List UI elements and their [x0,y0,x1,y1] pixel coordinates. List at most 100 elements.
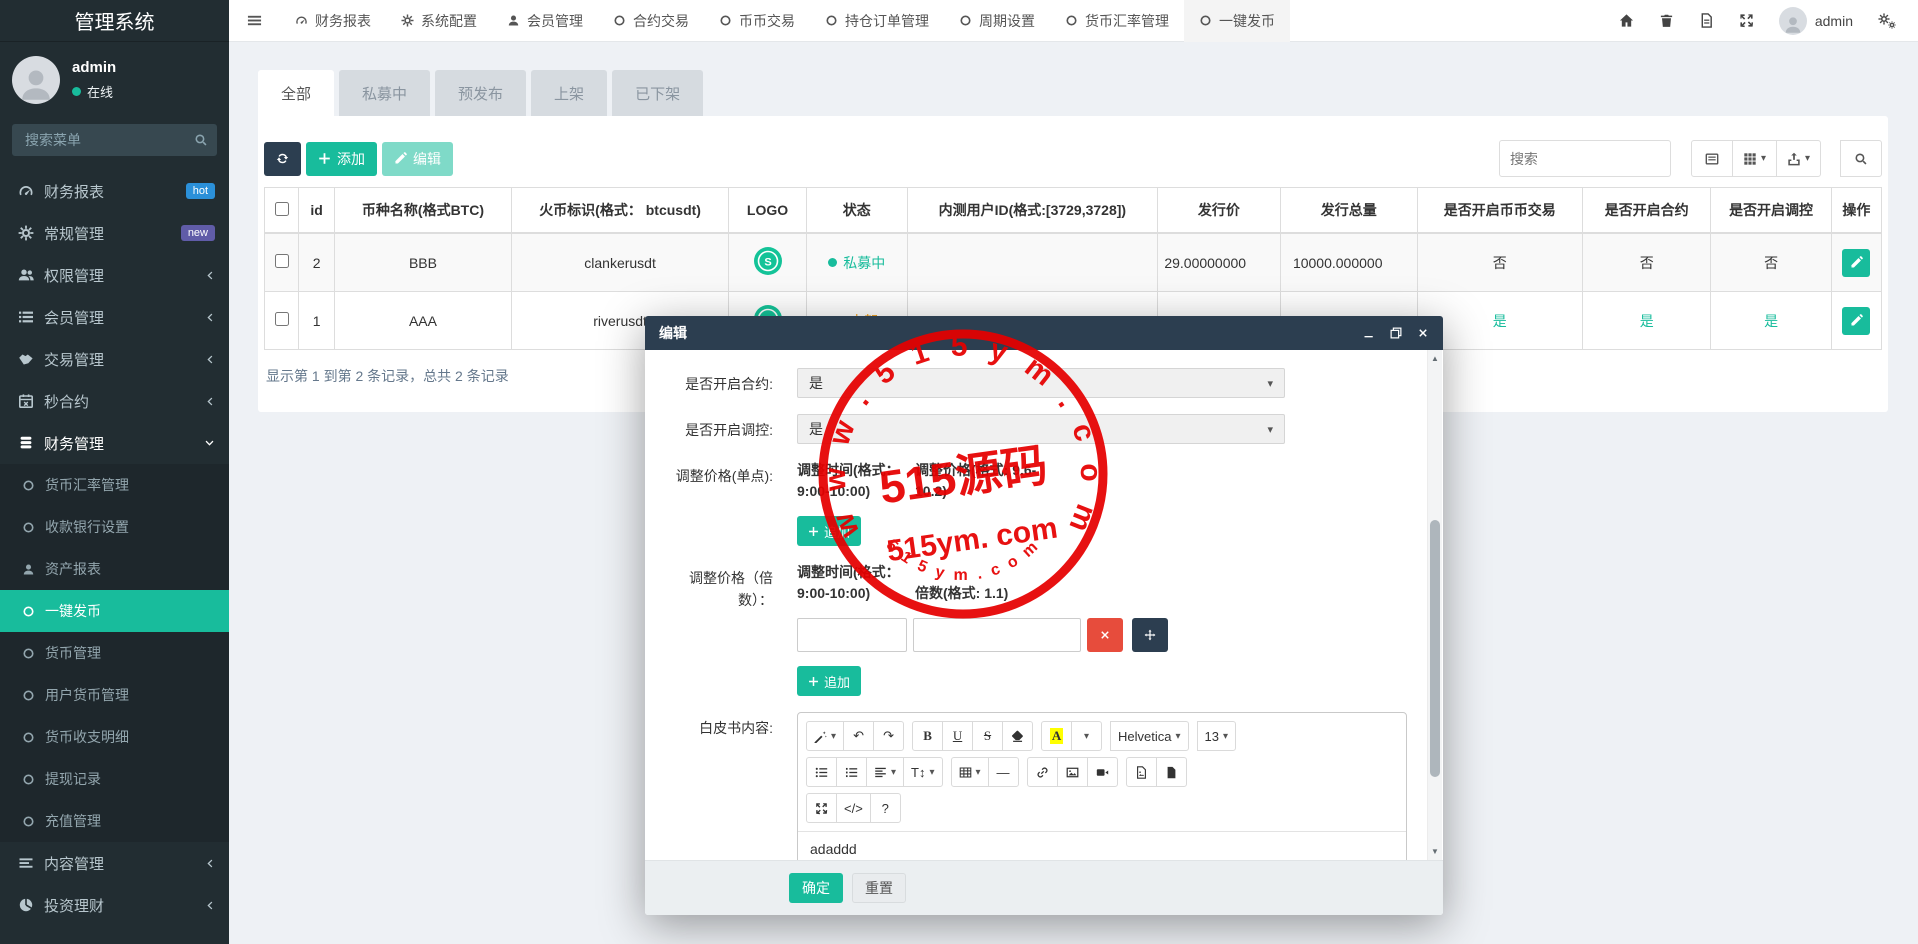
row-edit-button[interactable] [1842,307,1870,335]
strikethrough-button[interactable]: S [972,721,1003,751]
confirm-button[interactable]: 确定 [789,873,843,903]
sidebar-item-currency-mgmt[interactable]: 货币管理 [0,632,229,674]
sidebar-item-recharge-mgmt[interactable]: 充值管理 [0,800,229,842]
nav-tab-contract-trade[interactable]: 合约交易 [598,0,704,42]
help-button[interactable]: ? [870,793,901,823]
filter-tab-delisted[interactable]: 已下架 [612,70,703,116]
undo-button[interactable]: ↶ [843,721,874,751]
settings-cogs-icon[interactable] [1878,13,1896,29]
nav-tab-period-settings[interactable]: 周期设置 [944,0,1050,42]
sidebar-item-user-currency[interactable]: 用户货币管理 [0,674,229,716]
sidebar-item-permission[interactable]: 权限管理 [0,254,229,296]
minimize-button[interactable] [1363,327,1375,339]
move-row-button[interactable] [1132,618,1168,652]
filter-tab-prerelease[interactable]: 预发布 [435,70,526,116]
search-button[interactable] [1840,140,1882,177]
sidebar-item-members[interactable]: 会员管理 [0,296,229,338]
export-button[interactable]: ▾ [1776,140,1821,177]
paragraph-align-button[interactable]: ▾ [866,757,904,787]
append-button[interactable]: 追加 [797,666,861,696]
sidebar-item-label: 财务报表 [44,181,186,202]
font-size-select[interactable]: 13▾ [1197,721,1237,751]
row-checkbox[interactable] [275,312,289,326]
nav-tab-finance-report[interactable]: 财务报表 [280,0,386,42]
detail-view-button[interactable] [1691,140,1733,177]
nav-tab-position-orders[interactable]: 持仓订单管理 [810,0,944,42]
row-checkbox[interactable] [275,254,289,268]
style-button[interactable]: ▾ [806,721,844,751]
nav-tab-exchange-rate[interactable]: 货币汇率管理 [1050,0,1184,42]
edit-button[interactable]: 编辑 [382,142,453,176]
sidebar-item-bank-settings[interactable]: 收款银行设置 [0,506,229,548]
modal-header[interactable]: 编辑 [645,316,1443,350]
refresh-button[interactable] [264,142,301,176]
sidebar-item-trade[interactable]: 交易管理 [0,338,229,380]
nav-user-menu[interactable]: admin [1779,7,1853,35]
filter-tab-listed[interactable]: 上架 [531,70,607,116]
ordered-list-button[interactable] [836,757,867,787]
sidebar-item-finance-mgmt[interactable]: 财务管理 [0,422,229,464]
row-edit-button[interactable] [1842,249,1870,277]
control-select[interactable]: 是▾ [797,414,1285,444]
delete-row-button[interactable] [1087,618,1123,652]
modal-scrollbar[interactable]: ▲ ▼ [1427,350,1442,860]
code-view-button[interactable]: </> [836,793,871,823]
trash-icon[interactable] [1659,13,1674,28]
font-family-select[interactable]: Helvetica▾ [1110,721,1189,751]
insert-image-button[interactable] [1057,757,1088,787]
scroll-up-icon[interactable]: ▲ [1428,354,1442,363]
home-icon[interactable] [1619,13,1634,28]
filter-tab-all[interactable]: 全部 [258,70,334,116]
multi-time-input[interactable] [797,618,907,652]
insert-link-button[interactable] [1027,757,1058,787]
unordered-list-button[interactable] [806,757,837,787]
sidebar-item-investment[interactable]: 投资理财 [0,884,229,926]
close-button[interactable] [1417,327,1429,339]
sidebar-item-label: 一键发币 [45,601,215,621]
add-button[interactable]: 添加 [306,142,377,176]
insert-table-button[interactable]: ▾ [951,757,989,787]
sidebar-item-asset-report[interactable]: 资产报表 [0,548,229,590]
sidebar-item-general[interactable]: 常规管理new [0,212,229,254]
insert-file-button[interactable] [1156,757,1187,787]
table-search-input[interactable] [1499,140,1671,177]
line-height-button[interactable]: T↕▾ [903,757,942,787]
redo-button[interactable]: ↷ [873,721,904,751]
editor-content[interactable]: adaddd [798,831,1406,860]
sidebar-item-one-key-coin[interactable]: 一键发币 [0,590,229,632]
horizontal-rule-button[interactable]: — [988,757,1019,787]
append-button[interactable]: 追加 [797,516,861,546]
nav-tab-system-config[interactable]: 系统配置 [386,0,492,42]
sidebar-item-second-contract[interactable]: 秒合约 [0,380,229,422]
insert-video-button[interactable] [1087,757,1118,787]
sidebar-toggle-button[interactable] [229,0,280,41]
select-all-checkbox[interactable] [275,202,289,216]
font-color-button[interactable]: A [1041,721,1072,751]
nav-tab-members[interactable]: 会员管理 [492,0,598,42]
filter-tab-private[interactable]: 私募中 [339,70,430,116]
contract-select[interactable]: 是▾ [797,368,1285,398]
sidebar-item-withdraw-records[interactable]: 提现记录 [0,758,229,800]
columns-button[interactable]: ▾ [1732,140,1777,177]
fullscreen-button[interactable] [806,793,837,823]
log-file-icon[interactable] [1699,13,1714,28]
scroll-down-icon[interactable]: ▼ [1428,847,1442,856]
font-color-caret-button[interactable]: ▾ [1071,721,1102,751]
scrollbar-thumb[interactable] [1430,520,1440,777]
sidebar-item-currency-detail[interactable]: 货币收支明细 [0,716,229,758]
underline-button[interactable]: U [942,721,973,751]
fullscreen-icon[interactable] [1739,13,1754,28]
sidebar-item-content-mgmt[interactable]: 内容管理 [0,842,229,884]
sidebar-search-input[interactable] [12,124,217,156]
clear-format-button[interactable] [1002,721,1033,751]
sidebar-item-exchange-rate[interactable]: 货币汇率管理 [0,464,229,506]
restore-button[interactable] [1390,327,1402,339]
multi-value-input[interactable] [913,618,1081,652]
sidebar-item-finance-report[interactable]: 财务报表hot [0,170,229,212]
nav-tab-coin-trade[interactable]: 币币交易 [704,0,810,42]
insert-picture-file-button[interactable] [1126,757,1157,787]
plus-icon [318,152,331,165]
nav-tab-one-key-coin[interactable]: 一键发币 [1184,0,1290,42]
reset-button[interactable]: 重置 [852,873,906,903]
bold-button[interactable]: B [912,721,943,751]
